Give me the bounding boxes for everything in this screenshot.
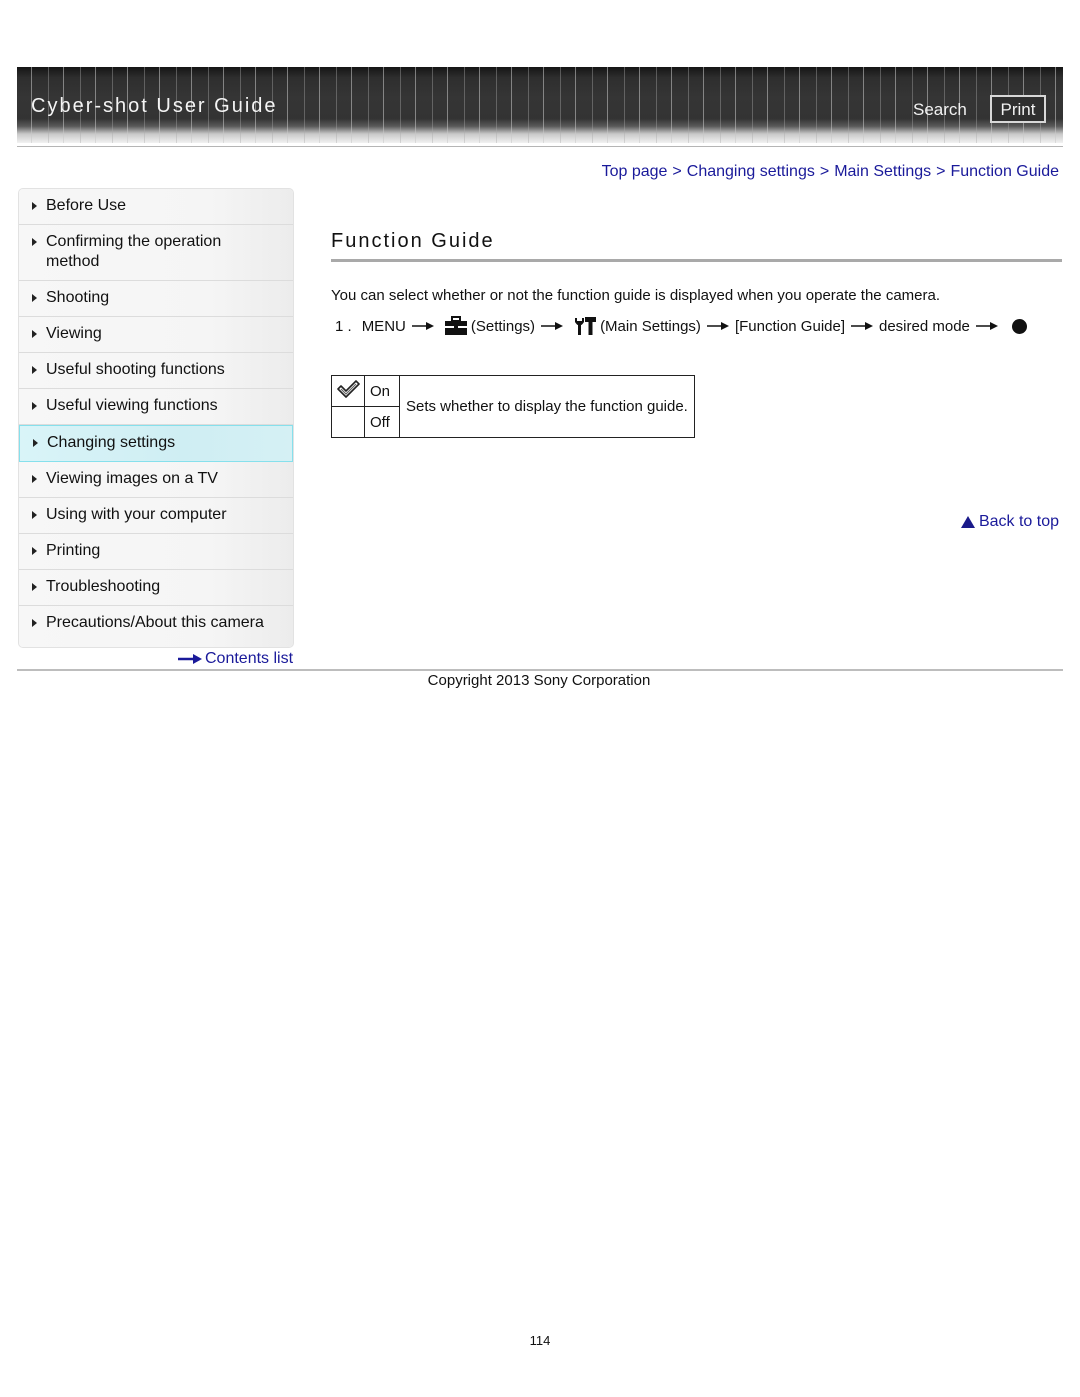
menu-label: MENU bbox=[361, 317, 406, 335]
sidebar-item-label: Troubleshooting bbox=[46, 578, 161, 595]
arrow-right-icon bbox=[411, 322, 434, 330]
default-marker-cell bbox=[331, 375, 365, 407]
breadcrumb-separator: > bbox=[672, 163, 682, 180]
sidebar-item-label: Useful viewing functions bbox=[46, 397, 218, 414]
sidebar-item-label: Printing bbox=[46, 542, 101, 559]
sidebar-item-shooting[interactable]: Shooting bbox=[19, 281, 293, 317]
options-table: On Sets whether to display the function … bbox=[331, 375, 695, 438]
header-banner: Cyber-shot User Guide Search Print bbox=[17, 67, 1063, 143]
back-to-top-label: Back to top bbox=[978, 513, 1059, 530]
sidebar-item-label: Useful shooting functions bbox=[46, 361, 225, 378]
contents-list-label: Contents list bbox=[205, 650, 294, 667]
triangle-right-icon bbox=[32, 511, 37, 519]
step-instruction: 1 . MENU (Settings) (Main Settings) [Fun… bbox=[335, 316, 1027, 336]
triangle-right-icon bbox=[32, 330, 37, 338]
intro-text: You can select whether or not the functi… bbox=[331, 287, 941, 304]
sidebar-item-useful-viewing[interactable]: Useful viewing functions bbox=[19, 389, 293, 425]
sidebar-item-label: Precautions/About this camera bbox=[46, 614, 264, 631]
footer-divider bbox=[17, 669, 1063, 671]
sidebar-item-useful-shooting[interactable]: Useful shooting functions bbox=[19, 353, 293, 389]
triangle-right-icon bbox=[33, 439, 38, 447]
page-title: Function Guide bbox=[331, 230, 495, 252]
center-button-dot-icon bbox=[1011, 318, 1027, 334]
checkmark-icon bbox=[337, 380, 360, 398]
wrench-hammer-icon bbox=[575, 317, 597, 335]
site-title: Cyber-shot User Guide bbox=[31, 95, 278, 117]
arrow-right-icon bbox=[706, 322, 729, 330]
print-button[interactable]: Print bbox=[990, 95, 1046, 123]
settings-label: (Settings) bbox=[470, 317, 536, 335]
triangle-right-icon bbox=[32, 202, 37, 210]
title-divider bbox=[331, 259, 1062, 262]
sidebar-item-viewing-tv[interactable]: Viewing images on a TV bbox=[19, 462, 293, 498]
option-description: Sets whether to display the function gui… bbox=[399, 375, 695, 438]
arrow-right-icon bbox=[851, 322, 873, 330]
breadcrumb-top-page[interactable]: Top page bbox=[602, 163, 668, 180]
sidebar-item-label: Changing settings bbox=[47, 434, 176, 451]
triangle-right-icon bbox=[32, 547, 37, 555]
triangle-right-icon bbox=[32, 366, 37, 374]
sidebar-item-label: Viewing bbox=[46, 325, 102, 342]
copyright-text: Copyright 2013 Sony Corporation bbox=[427, 672, 651, 689]
option-off: Off bbox=[364, 406, 400, 438]
breadcrumb: Top page > Changing settings > Main Settings… bbox=[602, 163, 1059, 181]
back-to-top-link[interactable]: Back to top bbox=[960, 513, 1059, 531]
breadcrumb-main-settings[interactable]: Main Settings bbox=[834, 163, 931, 180]
triangle-right-icon bbox=[32, 402, 37, 410]
sidebar-item-label: Viewing images on a TV bbox=[46, 470, 218, 487]
sidebar-item-before-use[interactable]: Before Use bbox=[19, 189, 293, 225]
sidebar-item-computer[interactable]: Using with your computer bbox=[19, 498, 293, 534]
sidebar-nav: Before Use Confirming the operation meth… bbox=[18, 188, 294, 648]
arrow-right-icon bbox=[178, 653, 202, 664]
arrow-right-icon bbox=[541, 322, 564, 330]
function-guide-label: [Function Guide] bbox=[734, 317, 845, 335]
sidebar-item-label: Before Use bbox=[46, 197, 127, 214]
triangle-right-icon bbox=[32, 475, 37, 483]
triangle-right-icon bbox=[32, 619, 37, 627]
sidebar-item-precautions[interactable]: Precautions/About this camera bbox=[19, 606, 293, 647]
header-divider bbox=[17, 146, 1063, 147]
sidebar-item-changing-settings[interactable]: Changing settings bbox=[19, 425, 293, 462]
sidebar-item-label: Shooting bbox=[46, 289, 110, 306]
sidebar-item-troubleshooting[interactable]: Troubleshooting bbox=[19, 570, 293, 606]
sidebar-item-viewing[interactable]: Viewing bbox=[19, 317, 293, 353]
sidebar-item-confirming-operation[interactable]: Confirming the operation method bbox=[19, 225, 293, 281]
main-settings-label: (Main Settings) bbox=[600, 317, 701, 335]
toolbox-icon bbox=[444, 316, 467, 335]
arrow-right-icon bbox=[975, 322, 998, 330]
option-on: On bbox=[364, 375, 400, 407]
table-row: On Sets whether to display the function … bbox=[331, 375, 695, 438]
triangle-up-icon bbox=[960, 516, 975, 528]
sidebar-item-printing[interactable]: Printing bbox=[19, 534, 293, 570]
search-link[interactable]: Search bbox=[913, 100, 967, 120]
breadcrumb-function-guide[interactable]: Function Guide bbox=[950, 163, 1059, 180]
triangle-right-icon bbox=[32, 294, 37, 302]
sidebar-item-label: Confirming the operation method bbox=[46, 233, 222, 270]
contents-list-link[interactable]: Contents list bbox=[178, 650, 293, 668]
page-number: 114 bbox=[529, 1333, 551, 1348]
breadcrumb-separator: > bbox=[936, 163, 946, 180]
triangle-right-icon bbox=[32, 238, 37, 246]
step-number: 1 . bbox=[335, 317, 352, 335]
triangle-right-icon bbox=[32, 583, 37, 591]
default-marker-cell bbox=[331, 406, 365, 438]
breadcrumb-changing-settings[interactable]: Changing settings bbox=[687, 163, 815, 180]
breadcrumb-separator: > bbox=[819, 163, 830, 180]
desired-mode-label: desired mode bbox=[879, 317, 970, 335]
sidebar-item-label: Using with your computer bbox=[46, 506, 227, 523]
